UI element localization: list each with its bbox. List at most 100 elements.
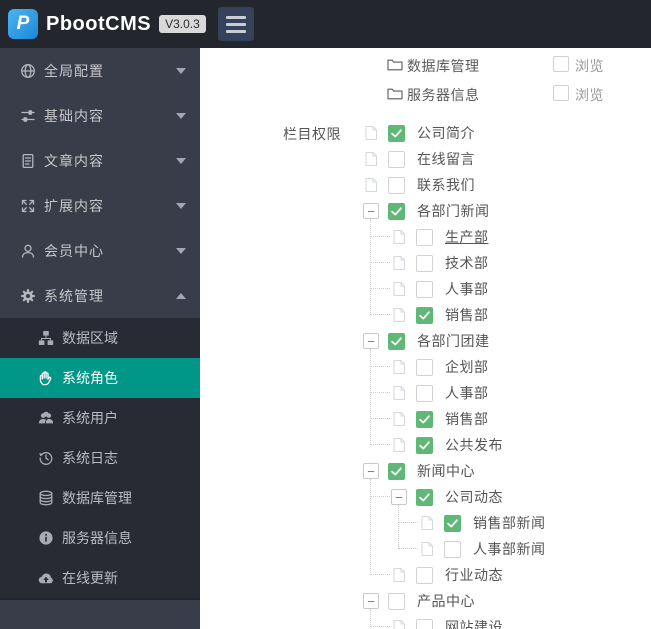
submenu-item[interactable]: 系统日志: [0, 438, 200, 478]
chevron-down-icon: [176, 157, 186, 164]
permission-name: 服务器信息: [407, 87, 480, 103]
document-icon: [20, 153, 36, 169]
file-icon: [391, 619, 407, 629]
tree-checkbox[interactable]: [416, 384, 433, 402]
tree-checkbox[interactable]: [416, 618, 433, 629]
tree-expander-box[interactable]: −: [363, 333, 379, 349]
tree-checkbox[interactable]: [416, 306, 433, 324]
tree-checkbox[interactable]: [416, 488, 433, 506]
tree-collapse-toggle[interactable]: −: [363, 333, 379, 349]
menu-toggle-button[interactable]: [217, 7, 254, 41]
sidebar-item[interactable]: 文章内容: [0, 138, 200, 183]
tree-node-label[interactable]: 公司动态: [445, 487, 503, 507]
file-icon: [391, 567, 407, 583]
browse-checkbox[interactable]: [553, 85, 569, 101]
tree-node-row: 生产部: [200, 224, 651, 250]
tree-connector-line: [371, 262, 390, 263]
tree-node-label[interactable]: 产品中心: [417, 591, 475, 611]
file-icon: [419, 515, 435, 531]
tree-checkbox[interactable]: [388, 332, 405, 350]
browse-label: 浏览: [575, 58, 604, 74]
tree-node-label[interactable]: 联系我们: [417, 175, 475, 195]
file-icon: [363, 125, 379, 141]
tree-collapse-toggle[interactable]: −: [391, 489, 407, 505]
tree-checkbox[interactable]: [416, 254, 433, 272]
tree-node-row: − 新闻中心: [200, 458, 651, 484]
submenu-item[interactable]: 服务器信息: [0, 518, 200, 558]
expand-icon: [20, 198, 36, 214]
file-icon: [391, 359, 407, 375]
tree-node-label[interactable]: 销售部: [445, 409, 489, 429]
tree-checkbox[interactable]: [444, 514, 461, 532]
tree-node-label[interactable]: 各部门新闻: [417, 201, 490, 221]
top-bar: P PbootCMS V3.0.3: [0, 0, 651, 48]
tree-node-label[interactable]: 销售部: [445, 305, 489, 325]
tree-node-label[interactable]: 行业动态: [445, 565, 503, 585]
tree-checkbox[interactable]: [416, 358, 433, 376]
tree-checkbox[interactable]: [388, 592, 405, 610]
tree-node-label[interactable]: 各部门团建: [417, 331, 490, 351]
chevron-up-icon: [176, 292, 186, 299]
globe-icon: [20, 63, 36, 79]
tree-node-label[interactable]: 新闻中心: [417, 461, 475, 481]
tree-node-label[interactable]: 企划部: [445, 357, 489, 377]
tree-node-label[interactable]: 技术部: [445, 253, 489, 273]
tree-checkbox[interactable]: [388, 176, 405, 194]
tree-expander-box[interactable]: −: [363, 593, 379, 609]
gear-icon: [20, 288, 36, 304]
tree-node-label[interactable]: 人事部新闻: [473, 539, 546, 559]
tree-checkbox[interactable]: [444, 540, 461, 558]
tree-connector-line: [371, 288, 390, 289]
main-nav: 全局配置 基础内容 文章内容 扩展内容 会员中心 系统管理: [0, 48, 200, 318]
hand-icon: [38, 370, 54, 386]
tree-node-label[interactable]: 人事部: [445, 383, 489, 403]
tree-node-label[interactable]: 生产部: [445, 227, 489, 247]
submenu-item[interactable]: 系统角色: [0, 358, 200, 398]
tree-node-label[interactable]: 公共发布: [445, 435, 503, 455]
tree-guide-line: [370, 479, 371, 575]
tree-node-label[interactable]: 人事部: [445, 279, 489, 299]
user-icon: [20, 243, 36, 259]
sidebar-item[interactable]: 全局配置: [0, 48, 200, 93]
browse-label: 浏览: [575, 87, 604, 103]
tree-checkbox[interactable]: [388, 202, 405, 220]
permission-row: 服务器信息 浏览: [200, 79, 651, 108]
tree-collapse-toggle[interactable]: −: [363, 463, 379, 479]
tree-node-label[interactable]: 销售部新闻: [473, 513, 546, 533]
tree-collapse-toggle[interactable]: −: [363, 593, 379, 609]
tree-node-row: 行业动态: [200, 562, 651, 588]
tree-node-label[interactable]: 公司简介: [417, 123, 475, 143]
tree-connector-line: [371, 496, 390, 497]
tree-node-label[interactable]: 网站建设: [445, 617, 503, 629]
tree-checkbox[interactable]: [416, 566, 433, 584]
sidebar-item[interactable]: 系统管理: [0, 273, 200, 318]
tree-expander-box[interactable]: −: [391, 489, 407, 505]
tree-collapse-toggle[interactable]: −: [363, 203, 379, 219]
submenu-item[interactable]: 系统用户: [0, 398, 200, 438]
tree-checkbox[interactable]: [416, 410, 433, 428]
sidebar-item[interactable]: 扩展内容: [0, 183, 200, 228]
sidebar-item[interactable]: 基础内容: [0, 93, 200, 138]
tree-checkbox[interactable]: [416, 228, 433, 246]
folder-icon: [387, 87, 403, 100]
tree-expander-box[interactable]: −: [363, 203, 379, 219]
tree-connector-line: [399, 548, 418, 549]
file-icon: [363, 151, 379, 167]
tree-node-label[interactable]: 在线留言: [417, 149, 475, 169]
browse-checkbox[interactable]: [553, 56, 569, 72]
submenu-item[interactable]: 在线更新: [0, 558, 200, 598]
tree-checkbox[interactable]: [416, 436, 433, 454]
chevron-down-icon: [176, 112, 186, 119]
submenu-item[interactable]: 数据区域: [0, 318, 200, 358]
submenu-item[interactable]: 数据库管理: [0, 478, 200, 518]
tree-checkbox[interactable]: [388, 150, 405, 168]
tree-node-row: 销售部: [200, 302, 651, 328]
tree-node-row: − 产品中心: [200, 588, 651, 614]
column-permission-tree: 公司简介 在线留言 联系我们 − 各部门新闻 生产部 技术部 人事部 销售部 − 各部门团建 企划部人…: [200, 120, 651, 629]
tree-guide-line: [370, 349, 371, 445]
tree-checkbox[interactable]: [416, 280, 433, 298]
tree-checkbox[interactable]: [388, 462, 405, 480]
tree-expander-box[interactable]: −: [363, 463, 379, 479]
tree-checkbox[interactable]: [388, 124, 405, 142]
sidebar-item[interactable]: 会员中心: [0, 228, 200, 273]
